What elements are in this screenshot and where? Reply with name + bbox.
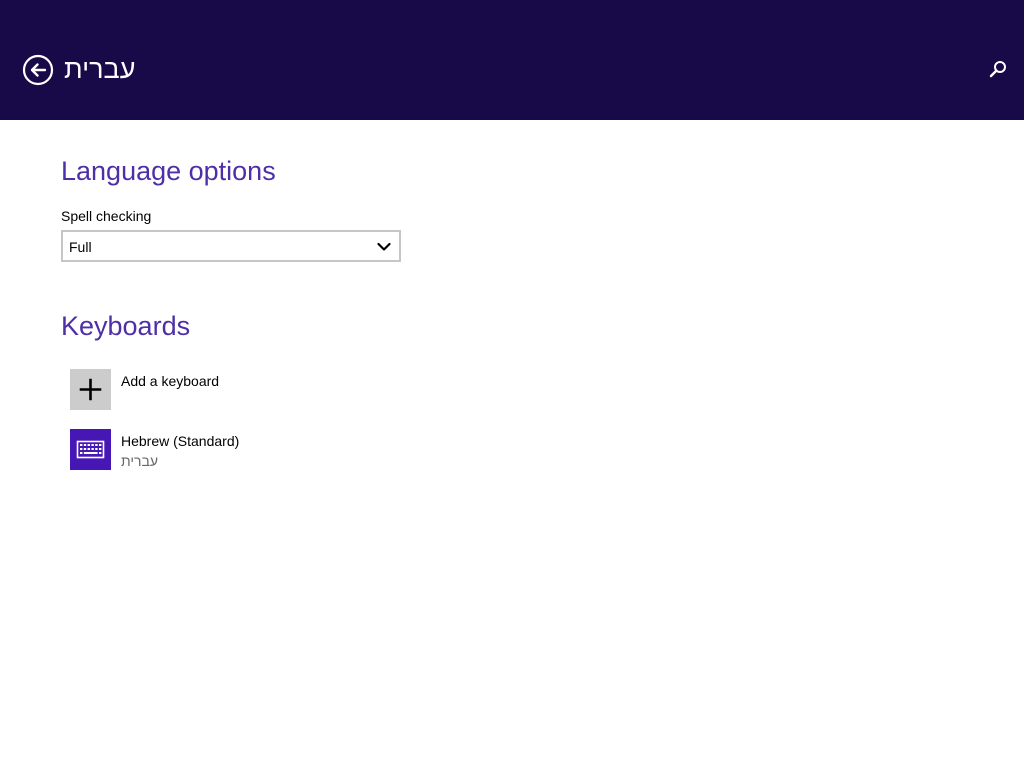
keyboard-tile [70, 429, 111, 470]
back-arrow-circle-icon [22, 54, 54, 86]
spell-checking-label: Spell checking [61, 208, 152, 224]
language-options-heading: Language options [61, 156, 276, 186]
app-header: עברית [0, 0, 1024, 120]
page-title: עברית [64, 54, 136, 84]
chevron-down-icon [377, 242, 391, 251]
keyboards-heading: Keyboards [61, 311, 191, 341]
keyboard-language: עברית [121, 453, 159, 469]
search-icon [989, 61, 1006, 78]
keyboard-name: Hebrew (Standard) [121, 433, 240, 449]
keyboard-icon [76, 440, 105, 459]
spell-checking-value: Full [69, 239, 92, 255]
spell-checking-dropdown[interactable]: Full [61, 230, 401, 262]
plus-icon [79, 378, 102, 401]
add-keyboard-button[interactable]: Add a keyboard [70, 369, 370, 411]
add-keyboard-label: Add a keyboard [121, 373, 220, 389]
add-keyboard-tile [70, 369, 111, 410]
search-button[interactable] [986, 58, 1010, 82]
back-button[interactable] [22, 54, 54, 86]
keyboard-item-hebrew[interactable]: Hebrew (Standard) עברית [70, 429, 370, 471]
